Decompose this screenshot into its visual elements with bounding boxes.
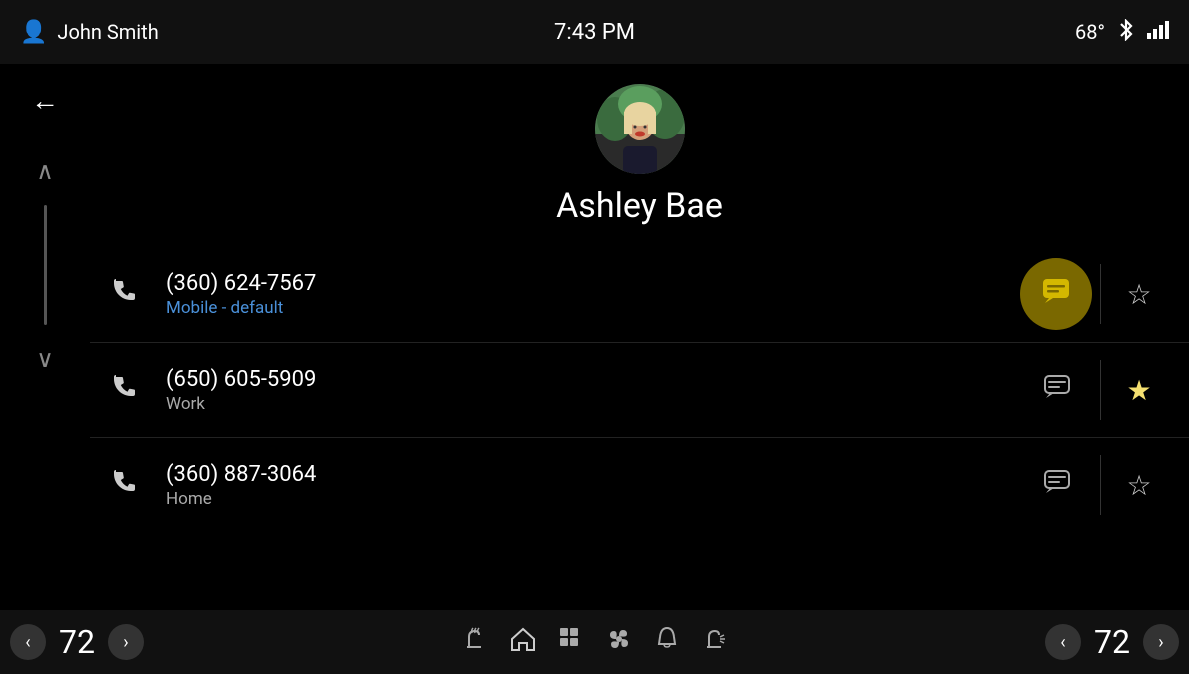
left-temp-value: 72 [52, 623, 102, 661]
message-icon [1043, 374, 1071, 407]
home-icon[interactable] [509, 625, 537, 660]
message-icon [1043, 469, 1071, 502]
row-actions: ☆ [1020, 258, 1169, 330]
phone-number: (650) 605-5909 [166, 367, 1022, 392]
message-button-1[interactable] [1020, 258, 1092, 330]
bottom-bar: ‹ 72 › [0, 610, 1189, 674]
phone-label: Work [166, 394, 1022, 414]
left-temp-increase[interactable]: › [108, 624, 144, 660]
divider [1100, 360, 1101, 420]
bell-icon[interactable] [653, 625, 681, 660]
scroll-track [44, 205, 47, 325]
favorite-button-3[interactable]: ☆ [1109, 455, 1169, 515]
heat-seat-right-icon[interactable] [701, 625, 729, 660]
status-temperature: 68° [1075, 20, 1105, 44]
phone-number: (360) 887-3064 [166, 462, 1022, 487]
scroll-up-button[interactable]: ∧ [36, 157, 54, 185]
phone-label: Mobile - default [166, 298, 1020, 318]
favorite-button-2[interactable]: ★ [1109, 360, 1169, 420]
contact-info: (360) 624-7567 Mobile - default [166, 271, 1020, 318]
status-left: 👤 John Smith [20, 20, 159, 45]
right-temp-control: ‹ 72 › [1045, 623, 1179, 661]
left-temp-decrease[interactable]: ‹ [10, 624, 46, 660]
scroll-down-button[interactable]: ∨ [36, 345, 54, 373]
message-icon [1041, 277, 1071, 312]
contact-info: (650) 605-5909 Work [166, 367, 1022, 414]
grid-icon[interactable] [557, 625, 585, 660]
status-bar: 👤 John Smith 7:43 PM 68° [0, 0, 1189, 64]
contacts-list: (360) 624-7567 Mobile - default ☆ [90, 236, 1189, 610]
star-icon: ☆ [1126, 469, 1151, 502]
contact-avatar [595, 84, 685, 174]
phone-icon [110, 468, 146, 503]
fan-icon[interactable] [605, 625, 633, 660]
phone-icon [110, 373, 146, 408]
phone-label: Home [166, 489, 1022, 509]
bottom-icons [144, 625, 1045, 660]
back-button[interactable]: ← [31, 84, 59, 117]
contact-header: Ashley Bae [90, 64, 1189, 236]
user-icon: 👤 [20, 20, 47, 45]
heat-seat-left-icon[interactable] [461, 625, 489, 660]
star-icon: ★ [1126, 374, 1151, 407]
right-temp-value: 72 [1087, 623, 1137, 661]
row-actions: ☆ [1022, 450, 1169, 520]
status-time: 7:43 PM [554, 20, 635, 45]
row-actions: ★ [1022, 355, 1169, 425]
contact-info: (360) 887-3064 Home [166, 462, 1022, 509]
divider [1100, 455, 1101, 515]
message-button-3[interactable] [1022, 450, 1092, 520]
table-row: (360) 887-3064 Home ☆ [90, 437, 1189, 532]
username: John Smith [57, 20, 158, 44]
bluetooth-icon [1117, 19, 1135, 46]
right-temp-increase[interactable]: › [1143, 624, 1179, 660]
avatar-image [595, 84, 685, 174]
contact-name: Ashley Bae [556, 186, 723, 226]
divider [1100, 264, 1101, 324]
table-row: (360) 624-7567 Mobile - default ☆ [90, 246, 1189, 342]
phone-number: (360) 624-7567 [166, 271, 1020, 296]
phone-icon [110, 277, 146, 312]
status-right: 68° [1075, 19, 1169, 46]
main-content: Ashley Bae (360) 624-7567 Mobile - defau… [90, 64, 1189, 610]
right-temp-decrease[interactable]: ‹ [1045, 624, 1081, 660]
favorite-button-1[interactable]: ☆ [1109, 264, 1169, 324]
signal-icon [1147, 21, 1169, 43]
table-row: (650) 605-5909 Work ★ [90, 342, 1189, 437]
left-sidebar: ← ∧ ∨ [0, 64, 90, 610]
left-temp-control: ‹ 72 › [10, 623, 144, 661]
message-button-2[interactable] [1022, 355, 1092, 425]
star-icon: ☆ [1126, 278, 1151, 311]
